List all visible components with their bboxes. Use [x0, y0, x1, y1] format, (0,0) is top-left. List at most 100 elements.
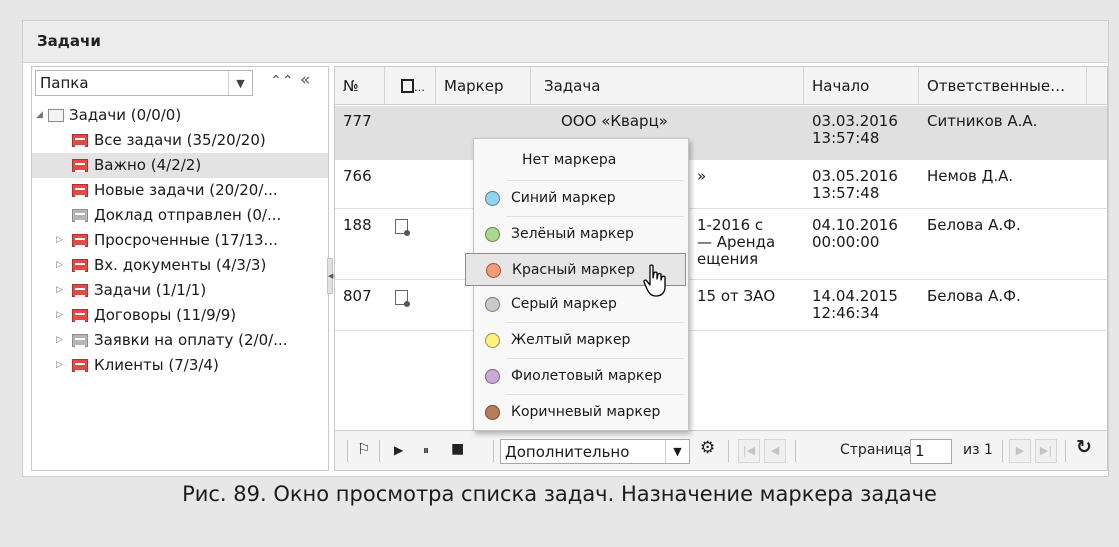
menu-item-label: Красный маркер — [512, 262, 635, 278]
expand-icon[interactable]: ▷ — [56, 328, 63, 353]
folder-select[interactable]: Папка ▼ — [35, 70, 253, 96]
toolbar-separator — [728, 440, 729, 462]
stop-icon[interactable]: ■ — [451, 441, 464, 457]
menu-item-label: Фиолетовый маркер — [511, 368, 662, 384]
column-header-number[interactable]: № — [335, 67, 385, 105]
cell-number: 766 — [343, 167, 372, 185]
tree-node-tasks[interactable]: ▷ Задачи (1/1/1) — [32, 278, 328, 303]
toolbar-separator — [347, 440, 348, 462]
cell-task: » — [697, 167, 707, 185]
figure-caption: Рис. 89. Окно просмотра списка задач. На… — [182, 482, 937, 506]
cell-start-date: 04.10.2016 — [812, 216, 898, 234]
chevron-down-icon[interactable]: ▼ — [665, 440, 689, 463]
menu-item-no-marker[interactable]: Нет маркера — [474, 144, 688, 177]
tasks-grid: № … Маркер Задача Начало Ответственные… … — [334, 66, 1108, 471]
pause-icon[interactable]: ⏸ — [423, 443, 429, 458]
gray-filter-icon — [72, 209, 88, 222]
last-page-icon[interactable]: ▶| — [1035, 439, 1057, 463]
gray-marker-icon — [485, 297, 500, 312]
refresh-icon[interactable]: ↻ — [1076, 436, 1092, 458]
cell-start-date: 14.04.2015 — [812, 287, 898, 305]
window-title: Задачи — [37, 32, 101, 50]
menu-item-label: Коричневый маркер — [511, 404, 661, 420]
tree-node-label: Договоры (11/9/9) — [94, 306, 237, 324]
menu-item-label: Желтый маркер — [511, 332, 631, 348]
flag-icon[interactable]: ⚐ — [357, 440, 370, 458]
tree-node-label: Задачи (1/1/1) — [94, 281, 207, 299]
first-page-icon[interactable]: |◀ — [738, 439, 760, 463]
tree-node-label: Вх. документы (4/3/3) — [94, 256, 267, 274]
red-filter-icon — [72, 234, 88, 247]
column-header-attachment[interactable]: … — [385, 67, 436, 105]
collapse-all-icon[interactable]: ⌃⌃ — [270, 73, 293, 89]
cell-number: 807 — [343, 287, 372, 305]
column-header-responsible[interactable]: Ответственные… — [919, 67, 1087, 105]
table-row[interactable]: 807 15 от ЗАО 14.04.2015 12:46:34 Белова… — [335, 281, 1107, 331]
tree-node-all-tasks[interactable]: Все задачи (35/20/20) — [32, 128, 328, 153]
expand-icon[interactable]: ▷ — [56, 228, 63, 253]
menu-separator — [506, 322, 684, 323]
tree-node-overdue[interactable]: ▷ Просроченные (17/13... — [32, 228, 328, 253]
menu-item-blue-marker[interactable]: Синий маркер — [474, 182, 688, 215]
tree-node-tasks-root[interactable]: ◢ Задачи (0/0/0) — [32, 103, 328, 128]
folder-select-value: Папка — [40, 74, 89, 92]
tree-node-new-tasks[interactable]: Новые задачи (20/20/... — [32, 178, 328, 203]
red-filter-icon — [72, 359, 88, 372]
tree-node-incoming-docs[interactable]: ▷ Вх. документы (4/3/3) — [32, 253, 328, 278]
red-marker-icon — [486, 263, 501, 278]
blue-marker-icon — [485, 191, 500, 206]
expand-icon[interactable]: ▷ — [56, 278, 63, 303]
tree-node-clients[interactable]: ▷ Клиенты (7/3/4) — [32, 353, 328, 378]
menu-separator — [506, 180, 684, 181]
attachment-icon — [395, 290, 410, 307]
column-header-marker[interactable]: Маркер — [436, 67, 531, 105]
red-filter-icon — [72, 284, 88, 297]
page-number-input[interactable]: 1 — [910, 439, 952, 464]
grid-toolbar: ⚐ ▶ ⏸ ■ Дополнительно ▼ ⚙ |◀ ◀ Страница … — [335, 430, 1107, 470]
tree-node-label: Заявки на оплату (2/0/... — [94, 331, 288, 349]
menu-item-green-marker[interactable]: Зелёный маркер — [474, 218, 688, 251]
expand-icon[interactable]: ▷ — [56, 303, 63, 328]
toolbar-separator — [1002, 440, 1003, 462]
expand-icon[interactable]: ▷ — [56, 253, 63, 278]
column-header-task[interactable]: Задача — [531, 67, 804, 105]
cell-number: 777 — [343, 112, 372, 130]
tree-node-report-sent[interactable]: Доклад отправлен (0/... — [32, 203, 328, 228]
folder-tree: ◢ Задачи (0/0/0) Все задачи (35/20/20) В… — [32, 103, 328, 378]
settings-gear-icon[interactable]: ⚙ — [700, 438, 715, 458]
cell-task-line1: 1-2016 с — [697, 216, 764, 234]
play-icon[interactable]: ▶ — [394, 443, 403, 457]
expand-icon[interactable]: ▷ — [56, 353, 63, 378]
table-row[interactable]: 777 ООО «Кварц» 03.03.2016 13:57:48 Ситн… — [335, 106, 1107, 160]
cell-responsible: Белова А.Ф. — [927, 287, 1021, 305]
tree-node-label: Важно (4/2/2) — [94, 156, 202, 174]
extra-actions-select[interactable]: Дополнительно ▼ — [500, 439, 690, 464]
red-filter-icon — [72, 134, 88, 147]
prev-page-icon[interactable]: ◀ — [764, 439, 786, 463]
menu-item-purple-marker[interactable]: Фиолетовый маркер — [474, 360, 688, 393]
tree-node-label: Доклад отправлен (0/... — [94, 206, 282, 224]
purple-marker-icon — [485, 369, 500, 384]
tree-node-contracts[interactable]: ▷ Договоры (11/9/9) — [32, 303, 328, 328]
menu-item-label: Зелёный маркер — [511, 226, 634, 242]
menu-item-yellow-marker[interactable]: Желтый маркер — [474, 324, 688, 357]
cell-start-date: 03.03.2016 — [812, 112, 898, 130]
chevron-down-icon[interactable]: ▼ — [228, 71, 252, 95]
expand-icon[interactable]: ◢ — [36, 103, 43, 128]
cell-start-date: 03.05.2016 — [812, 167, 898, 185]
table-row[interactable]: 766 » 03.05.2016 13:57:48 Немов Д.А. — [335, 161, 1107, 209]
tree-node-payment-requests[interactable]: ▷ Заявки на оплату (2/0/... — [32, 328, 328, 353]
red-filter-icon — [72, 259, 88, 272]
cell-start-time: 13:57:48 — [812, 184, 880, 202]
next-page-icon[interactable]: ▶ — [1009, 439, 1031, 463]
menu-item-label: Нет маркера — [522, 152, 617, 168]
page-total-label: из 1 — [963, 442, 993, 458]
table-row[interactable]: 188 1-2016 с — Аренда ещения 04.10.2016 … — [335, 210, 1107, 280]
column-header-start[interactable]: Начало — [804, 67, 919, 105]
menu-item-brown-marker[interactable]: Коричневый маркер — [474, 396, 688, 429]
splitter-collapse-handle[interactable]: ◀ — [327, 258, 333, 294]
column-header-attachment-ellipsis: … — [414, 81, 425, 94]
hide-panel-icon[interactable]: « — [300, 70, 310, 90]
grid-header: № … Маркер Задача Начало Ответственные… — [335, 67, 1107, 105]
tree-node-important[interactable]: Важно (4/2/2) — [32, 153, 328, 178]
